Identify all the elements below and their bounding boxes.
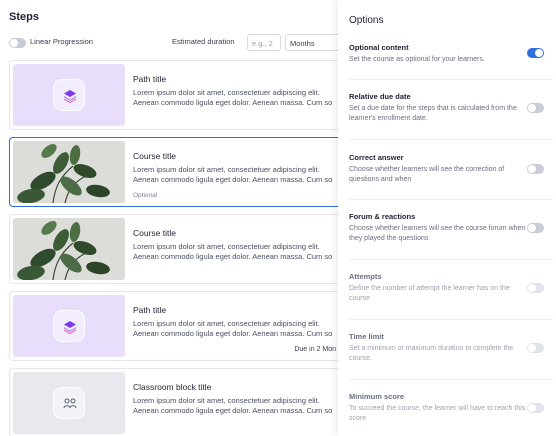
card-description-line: Lorem ipsum dolor sit amet, consectetuer…: [133, 165, 320, 174]
card-title: Classroom block title: [133, 382, 212, 392]
attempts-toggle[interactable]: [527, 283, 544, 293]
card-title: Path title: [133, 305, 167, 315]
card-description-line: Aenean commodo ligula eget dolor. Aenean…: [133, 252, 333, 261]
duration-unit-select[interactable]: Months: [285, 34, 345, 51]
forum-reactions-toggle[interactable]: [527, 223, 544, 233]
option-label: Forum & reactions: [349, 212, 416, 221]
layers-icon: [53, 79, 85, 111]
steps-toolbar: Linear Progression Estimated duration e.…: [9, 34, 345, 52]
plant-image: [13, 141, 125, 203]
card-description-line: Aenean commodo ligula eget dolor. Aenean…: [133, 406, 333, 415]
option-label: Minimum score: [349, 392, 405, 401]
card-description-line: Lorem ipsum dolor sit amet, consectetuer…: [133, 88, 320, 97]
card-description-line: Lorem ipsum dolor sit amet, consectetuer…: [133, 319, 320, 328]
option-relative-due-date: Relative due date Set a due date for the…: [349, 79, 553, 139]
minimum-score-toggle[interactable]: [527, 403, 544, 413]
card-description-line: Aenean commodo ligula eget dolor. Aenean…: [133, 98, 333, 107]
steps-title: Steps: [9, 11, 39, 23]
card-title: Path title: [133, 74, 167, 84]
correct-answer-toggle[interactable]: [527, 164, 544, 174]
card-title: Course title: [133, 151, 176, 161]
card-description-line: Lorem ipsum dolor sit amet, consectetuer…: [133, 396, 320, 405]
option-description: Set a due date for the steps that is cal…: [349, 105, 517, 122]
step-card-classroom[interactable]: Classroom block title Lorem ipsum dolor …: [9, 368, 340, 436]
option-correct-answer: Correct answer Choose whether learners w…: [349, 139, 553, 199]
option-minimum-score: Minimum score To succeed the course, the…: [349, 379, 553, 436]
linear-progression-label: Linear Progression: [30, 37, 93, 46]
optional-tag: Optional: [133, 192, 158, 199]
path-thumbnail: [13, 64, 125, 126]
step-card-path[interactable]: Path title Lorem ipsum dolor sit amet, c…: [9, 60, 340, 130]
option-description: Choose whether learners will see the cor…: [349, 166, 505, 183]
option-description: Choose whether learners will see the cou…: [349, 225, 526, 242]
option-label: Optional content: [349, 43, 409, 52]
card-description: Lorem ipsum dolor sit amet, consectetuer…: [133, 242, 332, 262]
optional-content-toggle[interactable]: [527, 48, 544, 58]
card-description: Lorem ipsum dolor sit amet, consectetuer…: [133, 396, 332, 416]
classroom-thumbnail: [13, 372, 125, 434]
option-label: Relative due date: [349, 92, 411, 101]
option-label: Correct answer: [349, 153, 404, 162]
path-thumbnail: [13, 295, 125, 357]
card-description-line: Aenean commodo ligula eget dolor. Aenean…: [133, 329, 333, 338]
options-title: Options: [349, 15, 384, 26]
step-card-path[interactable]: Path title Lorem ipsum dolor sit amet, c…: [9, 291, 340, 361]
option-description: Define the number of attempt the learner…: [349, 285, 510, 302]
option-description: Set the course as optional for your lear…: [349, 56, 485, 63]
options-panel: Options Optional content Set the course …: [338, 0, 556, 436]
layers-icon: [53, 310, 85, 342]
card-description: Lorem ipsum dolor sit amet, consectetuer…: [133, 165, 332, 185]
option-description: Set a minimum or maximum duration to com…: [349, 345, 514, 362]
estimated-duration-label: Estimated duration: [172, 37, 235, 46]
card-description: Lorem ipsum dolor sit amet, consectetuer…: [133, 88, 332, 108]
option-attempts: Attempts Define the number of attempt th…: [349, 259, 553, 319]
step-card-course[interactable]: Course title Lorem ipsum dolor sit amet,…: [9, 214, 340, 284]
card-description-line: Lorem ipsum dolor sit amet, consectetuer…: [133, 242, 320, 251]
card-title: Course title: [133, 228, 176, 238]
steps-panel: Steps Linear Progression Estimated durat…: [0, 0, 345, 436]
option-time-limit: Time limit Set a minimum or maximum dura…: [349, 319, 553, 379]
option-label: Attempts: [349, 272, 382, 281]
option-forum-reactions: Forum & reactions Choose whether learner…: [349, 199, 553, 259]
card-description: Lorem ipsum dolor sit amet, consectetuer…: [133, 319, 332, 339]
classroom-icon: [53, 387, 85, 419]
relative-due-date-toggle[interactable]: [527, 103, 544, 113]
plant-image: [13, 218, 125, 280]
due-date-label: Due in 2 Mon: [294, 346, 336, 353]
duration-input[interactable]: e.g., 2: [247, 34, 281, 51]
linear-progression-toggle[interactable]: [9, 38, 26, 48]
option-label: Time limit: [349, 332, 384, 341]
card-description-line: Aenean commodo ligula eget dolor. Aenean…: [133, 175, 333, 184]
time-limit-toggle[interactable]: [527, 343, 544, 353]
option-description: To succeed the course, the learner will …: [349, 405, 526, 422]
step-card-course-selected[interactable]: Course title Lorem ipsum dolor sit amet,…: [9, 137, 340, 207]
